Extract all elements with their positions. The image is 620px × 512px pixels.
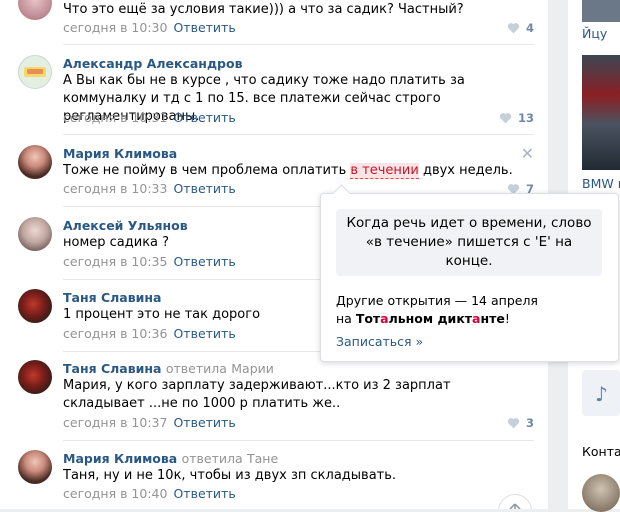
comment-meta: сегодня в 10:35 Ответить (63, 254, 236, 269)
avatar[interactable] (18, 55, 52, 89)
comment-text: Что это ещё за условия такие))) а что за… (63, 2, 464, 17)
reply-button[interactable]: Ответить (173, 20, 235, 35)
avatar[interactable] (18, 360, 52, 394)
comment-time[interactable]: сегодня в 10:37 (63, 415, 167, 430)
close-icon[interactable]: ✕ (521, 144, 534, 163)
heart-icon (507, 418, 520, 429)
like-button[interactable]: 4 (507, 21, 534, 35)
reply-to-word: ответила (181, 451, 243, 466)
signup-link[interactable]: Записаться » (336, 334, 423, 349)
comment-meta: сегодня в 10:30 Ответить (63, 20, 236, 35)
tooltip-message: Когда речь идет о времени, слово «в тече… (336, 209, 602, 276)
avatar[interactable] (18, 217, 52, 251)
avatar[interactable] (582, 474, 620, 512)
divider (63, 440, 534, 441)
comment-author[interactable]: Таня Славина (63, 361, 161, 376)
reply-button[interactable]: Ответить (173, 415, 235, 430)
comment-time[interactable]: сегодня в 10:40 (63, 486, 167, 501)
tooltip-next-date: Другие открытия — 14 апреля (336, 293, 538, 308)
comment-author[interactable]: Мария Климова (63, 451, 177, 466)
avatar[interactable] (18, 450, 52, 484)
comment-text: Тоже не пойму в чем проблема оплатить в … (63, 162, 533, 180)
comment-time[interactable]: сегодня в 10:35 (63, 254, 167, 269)
reply-to-name[interactable]: Тане (247, 451, 278, 466)
like-count: 13 (517, 111, 534, 125)
reply-button[interactable]: Ответить (173, 326, 235, 341)
tooltip-dictant-line: на Тотальном диктанте! (336, 311, 510, 326)
reply-button[interactable]: Ответить (173, 110, 235, 125)
like-count: 3 (525, 416, 534, 430)
reply-to-name[interactable]: Марии (231, 361, 274, 376)
spelling-tooltip: Когда речь идет о времени, слово «в тече… (320, 184, 619, 362)
divider (63, 134, 534, 135)
like-button[interactable]: 13 (499, 111, 534, 125)
like-count: 4 (525, 21, 534, 35)
dictant-part: нте (480, 311, 505, 326)
comment-time[interactable]: сегодня в 10:30 (63, 20, 167, 35)
arrow-up-icon (509, 503, 521, 509)
ad-image[interactable] (582, 0, 620, 22)
avatar[interactable] (18, 0, 52, 20)
comment-text: Таня, ну и не 10к, чтобы из двух зп скла… (63, 468, 397, 483)
heart-icon (499, 113, 512, 124)
like-button[interactable]: 3 (507, 416, 534, 430)
dictant-part: льном дикт (388, 311, 473, 326)
comment-author-line: Таня Славина ответила Марии (63, 361, 274, 376)
dictant-accent: а (380, 311, 389, 326)
comment-meta: сегодня в 10:36 Ответить (63, 326, 236, 341)
ad-caption[interactable]: Йцу (582, 26, 607, 41)
reply-button[interactable]: Ответить (173, 486, 235, 501)
contacts-label: Конта (582, 444, 620, 459)
comment-meta: сегодня в 10:40 Ответить (63, 486, 236, 501)
comment-meta: сегодня в 10:33 Ответить (63, 181, 236, 196)
music-widget[interactable]: ♪ (582, 370, 620, 416)
ad-caption[interactable]: BMW г (582, 176, 620, 191)
scroll-up-button[interactable] (498, 494, 532, 509)
ad-image[interactable] (582, 55, 620, 170)
dictant-name: Тотальном диктанте (356, 311, 505, 326)
comment-time[interactable]: сегодня в 10:36 (63, 326, 167, 341)
comment-author[interactable]: Таня Славина (63, 290, 161, 305)
comment-text-part: Тоже не пойму в чем проблема оплатить (63, 163, 351, 178)
comment-time[interactable]: сегодня в 10:33 (63, 181, 167, 196)
reply-button[interactable]: Ответить (173, 181, 235, 196)
tooltip-suffix: ! (504, 311, 510, 326)
comment-meta: сегодня в 10:31 Ответить (63, 110, 236, 125)
divider (63, 44, 534, 45)
heart-icon (507, 23, 520, 34)
comment-author-line: Мария Климова ответила Тане (63, 451, 278, 466)
reply-to-word: ответила (165, 361, 227, 376)
dictant-part: Тот (355, 311, 381, 326)
comment-text-part: двух недель. (418, 163, 513, 178)
comment-author[interactable]: Мария Климова (63, 146, 177, 161)
comment-time[interactable]: сегодня в 10:31 (63, 110, 167, 125)
music-note-icon: ♪ (595, 382, 608, 406)
spelling-error-highlight[interactable]: в течении (350, 163, 419, 179)
comment-author[interactable]: Алексей Ульянов (63, 218, 188, 233)
comment-text: Мария, у кого зарплату задерживают...кто… (63, 378, 451, 411)
avatar[interactable] (18, 289, 52, 323)
comment-meta: сегодня в 10:37 Ответить (63, 415, 236, 430)
comment-author[interactable]: Александр Александров (63, 56, 242, 71)
reply-button[interactable]: Ответить (173, 254, 235, 269)
avatar[interactable] (18, 145, 52, 179)
tooltip-prefix: на (336, 311, 356, 326)
